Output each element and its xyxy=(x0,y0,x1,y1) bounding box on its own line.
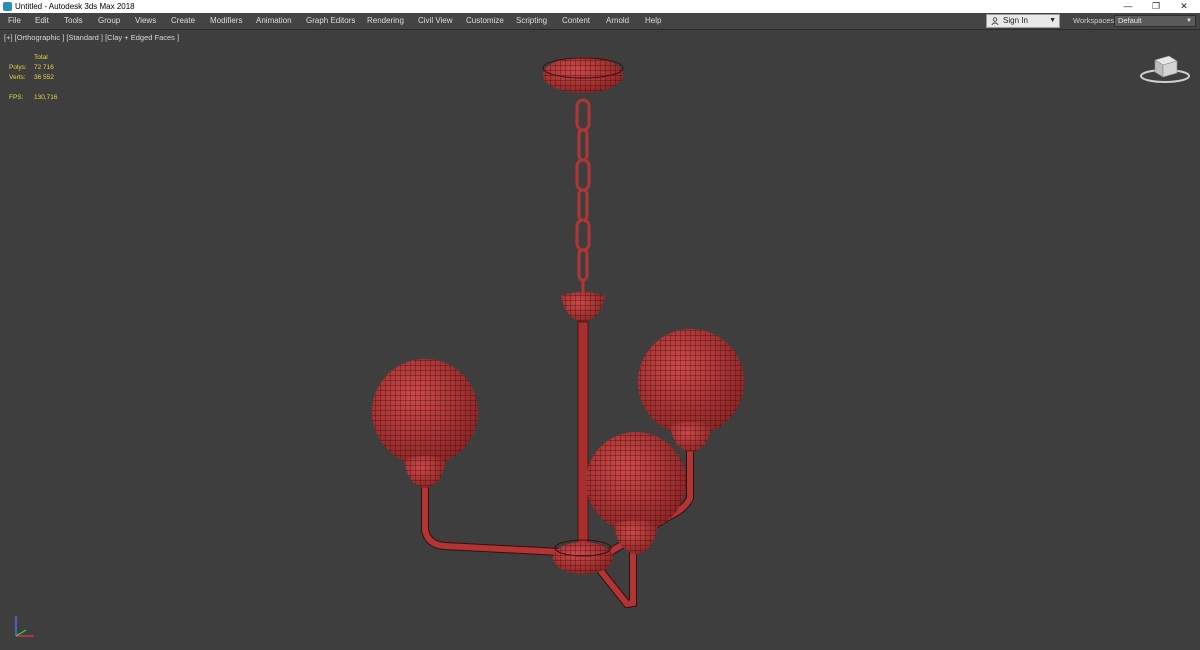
menu-arnold[interactable]: Arnold xyxy=(606,13,629,29)
viewcube-icon[interactable] xyxy=(1138,48,1192,84)
menu-civil-view[interactable]: Civil View xyxy=(418,13,453,29)
chandelier-model xyxy=(372,57,744,609)
close-button[interactable]: ✕ xyxy=(1170,0,1198,13)
chain xyxy=(575,98,591,292)
menu-views[interactable]: Views xyxy=(135,13,156,29)
center-knob xyxy=(561,292,605,322)
chevron-down-icon: ▼ xyxy=(1186,18,1192,24)
stats-polys-value: 72 716 xyxy=(34,64,54,71)
chevron-down-icon: ▼ xyxy=(1049,17,1056,24)
stats-verts-label: Verts: xyxy=(9,74,26,81)
menu-scripting[interactable]: Scripting xyxy=(516,13,547,29)
stats-polys-label: Polys: xyxy=(9,64,27,71)
menu-modifiers[interactable]: Modifiers xyxy=(210,13,242,29)
minimize-button[interactable]: — xyxy=(1114,0,1142,13)
workspaces-value: Default xyxy=(1118,16,1142,25)
app-icon xyxy=(3,2,12,11)
menu-content[interactable]: Content xyxy=(562,13,590,29)
user-icon xyxy=(991,17,999,25)
stats-header: Total xyxy=(34,54,48,61)
title-bar: Untitled - Autodesk 3ds Max 2018 — ❐ ✕ xyxy=(0,0,1200,13)
stats-verts-value: 36 552 xyxy=(34,74,54,81)
viewport-label[interactable]: [+] [Orthographic ] [Standard ] [Clay + … xyxy=(4,33,179,42)
menu-graph-editors[interactable]: Graph Editors xyxy=(306,13,355,29)
menu-file[interactable]: File xyxy=(8,13,21,29)
stats-fps-value: 130,716 xyxy=(34,94,58,101)
menu-animation[interactable]: Animation xyxy=(256,13,292,29)
menu-customize[interactable]: Customize xyxy=(466,13,504,29)
workspaces-select[interactable]: Default ▼ xyxy=(1114,15,1196,27)
menu-bar: File Edit Tools Group Views Create Modif… xyxy=(0,13,1200,30)
globe-right xyxy=(638,329,744,452)
sign-in-label: Sign In xyxy=(1003,16,1028,25)
menu-create[interactable]: Create xyxy=(171,13,195,29)
menu-tools[interactable]: Tools xyxy=(64,13,83,29)
menu-help[interactable]: Help xyxy=(645,13,661,29)
globe-front xyxy=(586,432,686,554)
stats-fps-label: FPS: xyxy=(9,94,24,101)
perspective-viewport[interactable]: [+] [Orthographic ] [Standard ] [Clay + … xyxy=(0,30,1200,650)
window-title: Untitled - Autodesk 3ds Max 2018 xyxy=(15,2,135,11)
ceiling-canopy xyxy=(542,57,624,93)
menu-edit[interactable]: Edit xyxy=(35,13,49,29)
workspaces-label: Workspaces: xyxy=(1073,16,1117,25)
maximize-button[interactable]: ❐ xyxy=(1142,0,1170,13)
sign-in-dropdown[interactable]: Sign In ▼ xyxy=(986,14,1060,28)
menu-group[interactable]: Group xyxy=(98,13,120,29)
globe-left xyxy=(372,359,478,488)
axis-gizmo-icon xyxy=(15,616,34,637)
menu-rendering[interactable]: Rendering xyxy=(367,13,404,29)
center-rod xyxy=(577,321,589,545)
hub xyxy=(553,539,613,574)
